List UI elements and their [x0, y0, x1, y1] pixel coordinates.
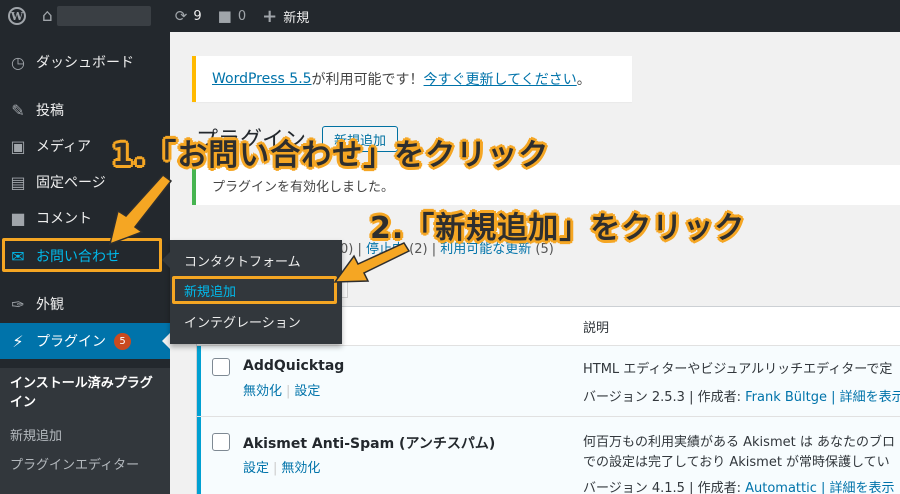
- refresh-icon: ⟳: [174, 7, 188, 25]
- appearance-icon: ✑: [11, 294, 25, 314]
- highlight-box-add-new: [172, 276, 337, 304]
- active-menu-arrow: [162, 333, 170, 349]
- flyout-item-contact-forms[interactable]: コンタクトフォーム: [184, 251, 301, 270]
- sidebar-item-label: コメント: [36, 211, 92, 227]
- admin-bar: W ⌂ ⟳ 9 ■ 0 + 新規: [0, 0, 900, 32]
- new-label: 新規: [283, 10, 310, 26]
- update-notice-text: が利用可能です！: [311, 72, 424, 88]
- updates-link[interactable]: ⟳ 9: [167, 0, 210, 32]
- sidebar-item-posts[interactable]: ✎ 投稿: [0, 92, 170, 128]
- page-icon: ▤: [10, 172, 26, 192]
- plugin-icon: ⚡: [12, 331, 24, 351]
- plugins-submenu: インストール済みプラグイン 新規追加 プラグインエディター: [0, 368, 170, 494]
- table-row: Akismet Anti-Spam (アンチスパム) 設定 | 無効化 何百万もの利…: [197, 417, 900, 494]
- submenu-plugin-editor[interactable]: プラグインエディター: [10, 454, 139, 473]
- plugin-details-link[interactable]: | 詳細を表示: [827, 390, 900, 405]
- annotation-step1: 1.「お問い合わせ」をクリック: [112, 138, 550, 173]
- sidebar-item-label: ダッシュボード: [36, 55, 134, 71]
- plugin-name: AddQuicktag: [243, 358, 345, 374]
- comments-link[interactable]: ■ 0: [210, 0, 254, 32]
- settings-link[interactable]: 設定: [294, 384, 320, 399]
- flyout-item-integration[interactable]: インテグレーション: [184, 312, 301, 331]
- site-home-link[interactable]: ⌂: [34, 0, 159, 32]
- wordpress-logo-icon: W: [8, 7, 26, 25]
- wordpress-logo-button[interactable]: W: [0, 0, 34, 32]
- new-content-link[interactable]: + 新規: [254, 0, 317, 32]
- deactivate-link[interactable]: 無効化: [281, 461, 320, 476]
- plugin-author-link[interactable]: Frank Bültge: [745, 390, 827, 405]
- plugin-meta: バージョン 2.5.3 | 作成者: Frank Bültge | 詳細を表示: [583, 386, 900, 405]
- wordpress-version-link[interactable]: WordPress 5.5: [212, 71, 312, 87]
- row-checkbox[interactable]: [212, 358, 230, 376]
- sidebar-item-dashboard[interactable]: ◷ ダッシュボード: [0, 44, 170, 80]
- comment-icon: ■: [10, 208, 26, 228]
- updates-count: 9: [193, 8, 202, 24]
- submenu-installed-plugins[interactable]: インストール済みプラグイン: [10, 374, 160, 412]
- comment-bubble-icon: ■: [217, 7, 232, 25]
- filter-count-fragment: 0): [340, 242, 354, 257]
- update-now-link[interactable]: 今すぐ更新してください: [424, 69, 577, 89]
- table-row: AddQuicktag 無効化 | 設定 HTML エディターやビジュアルリッチエデ…: [197, 346, 900, 416]
- row-checkbox[interactable]: [212, 433, 230, 451]
- sidebar-item-plugins[interactable]: ⚡ プラグイン 5: [0, 323, 170, 359]
- plugin-description: 何百万もの利用実績がある Akismet は あなたのブロ: [583, 435, 895, 450]
- plugin-name: Akismet Anti-Spam (アンチスパム): [243, 436, 496, 452]
- sidebar-item-appearance[interactable]: ✑ 外観: [0, 286, 170, 322]
- plugin-details-link[interactable]: | 詳細を表示: [817, 481, 895, 494]
- plugin-version: バージョン 2.5.3 | 作成者:: [583, 390, 746, 405]
- home-icon: ⌂: [42, 6, 53, 26]
- sidebar-item-label: メディア: [36, 139, 92, 155]
- submenu-add-new[interactable]: 新規追加: [10, 425, 62, 444]
- annotation-step2: 2.「新規追加」をクリック: [370, 211, 746, 246]
- plugin-actions: 設定 | 無効化: [243, 461, 321, 476]
- plugin-actions: 無効化 | 設定: [243, 384, 321, 399]
- media-icon: ▣: [10, 136, 26, 156]
- settings-link[interactable]: 設定: [243, 461, 269, 476]
- update-notice-suffix: 。: [576, 72, 591, 88]
- plus-icon: +: [262, 5, 278, 27]
- deactivate-link[interactable]: 無効化: [243, 384, 282, 399]
- plugin-description-line2: での設定は完了しており Akismet が常時保護してい: [583, 455, 890, 470]
- plugin-update-badge: 5: [114, 332, 131, 350]
- sidebar-item-label: 固定ページ: [36, 175, 106, 191]
- plugin-description: HTML エディターやビジュアルリッチエディターで定: [583, 362, 893, 377]
- column-header-description: 説明: [583, 321, 610, 336]
- sidebar-item-label: 投稿: [36, 103, 64, 119]
- update-notice: WordPress 5.5 が利用可能です！ 今すぐ更新してください 。: [192, 56, 632, 102]
- sidebar-item-comments[interactable]: ■ コメント: [0, 200, 170, 236]
- sidebar-item-label: プラグイン: [36, 334, 106, 350]
- sidebar-item-label: 外観: [36, 297, 64, 313]
- site-name-blurred: [56, 6, 151, 26]
- dashboard-icon: ◷: [11, 52, 25, 72]
- plugin-author-link[interactable]: Automattic: [745, 481, 817, 494]
- pin-icon: ✎: [11, 100, 25, 120]
- flyout-pointer: [162, 252, 170, 268]
- plugin-meta: バージョン 4.1.5 | 作成者: Automattic | 詳細を表示: [583, 477, 900, 494]
- comments-count: 0: [237, 8, 247, 24]
- highlight-box-contact: [2, 238, 162, 272]
- plugin-version: バージョン 4.1.5 | 作成者:: [583, 481, 746, 494]
